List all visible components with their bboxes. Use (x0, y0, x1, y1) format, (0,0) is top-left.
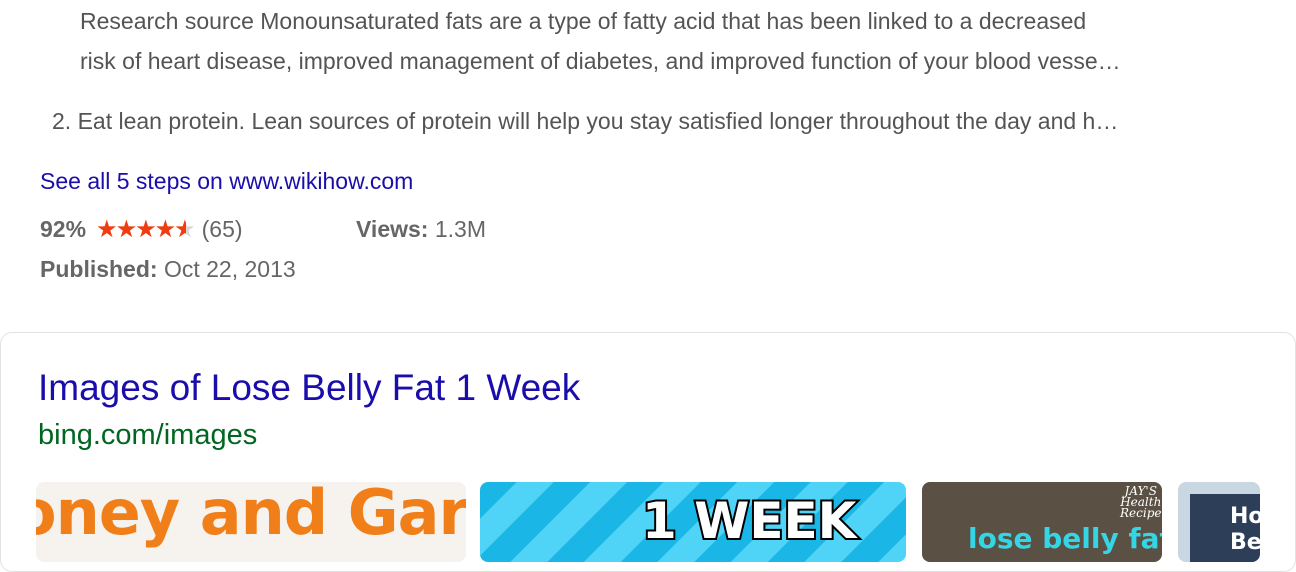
step1-text-line1: Research source Monounsaturated fats are… (80, 8, 1087, 34)
images-result-title-link[interactable]: Images of Lose Belly Fat 1 Week (38, 366, 580, 410)
images-result-url: bing.com/images (38, 419, 258, 451)
published-label: Published: (40, 256, 158, 282)
step2-text: 2. Eat lean protein. Lean sources of pro… (52, 108, 1119, 134)
thumbnail-3-text: lose belly fat (968, 522, 1162, 555)
views-stat: Views: 1.3M (356, 214, 486, 244)
see-all-steps-link[interactable]: See all 5 steps on www.wikihow.com (40, 166, 413, 196)
rating-percent: 92% (40, 216, 87, 242)
wikihow-answer-card: Research source Monounsaturated fats are… (0, 0, 1296, 330)
rating-count: (65) (201, 216, 243, 242)
views-value: 1.3M (434, 216, 486, 242)
thumbnail-1-text: oney and Garl (36, 482, 466, 549)
published-value: Oct 22, 2013 (163, 256, 296, 282)
rating-row: 92% ★★★★★ ★★★★★ (65) (40, 214, 243, 245)
image-thumbnail-3[interactable]: JAY'S Health Recipe lose belly fat (922, 482, 1162, 562)
thumbnail-2-text: 1 WEEK (640, 490, 858, 552)
image-thumbnail-1[interactable]: oney and Garl (36, 482, 466, 562)
image-thumbnail-4[interactable]: Ho Be (1178, 482, 1260, 562)
step1-text-line2: risk of heart disease, improved manageme… (80, 48, 1121, 74)
rating-stars-icon: ★★★★★ ★★★★★ (96, 216, 196, 243)
image-thumbnail-2[interactable]: 1 WEEK (480, 482, 906, 562)
thumbnail-4-text: Ho Be (1230, 504, 1260, 555)
published-date: Published: Oct 22, 2013 (40, 254, 296, 284)
thumbnail-3-logo: JAY'S Health Recipe (1120, 484, 1162, 520)
views-label: Views: (356, 216, 429, 242)
